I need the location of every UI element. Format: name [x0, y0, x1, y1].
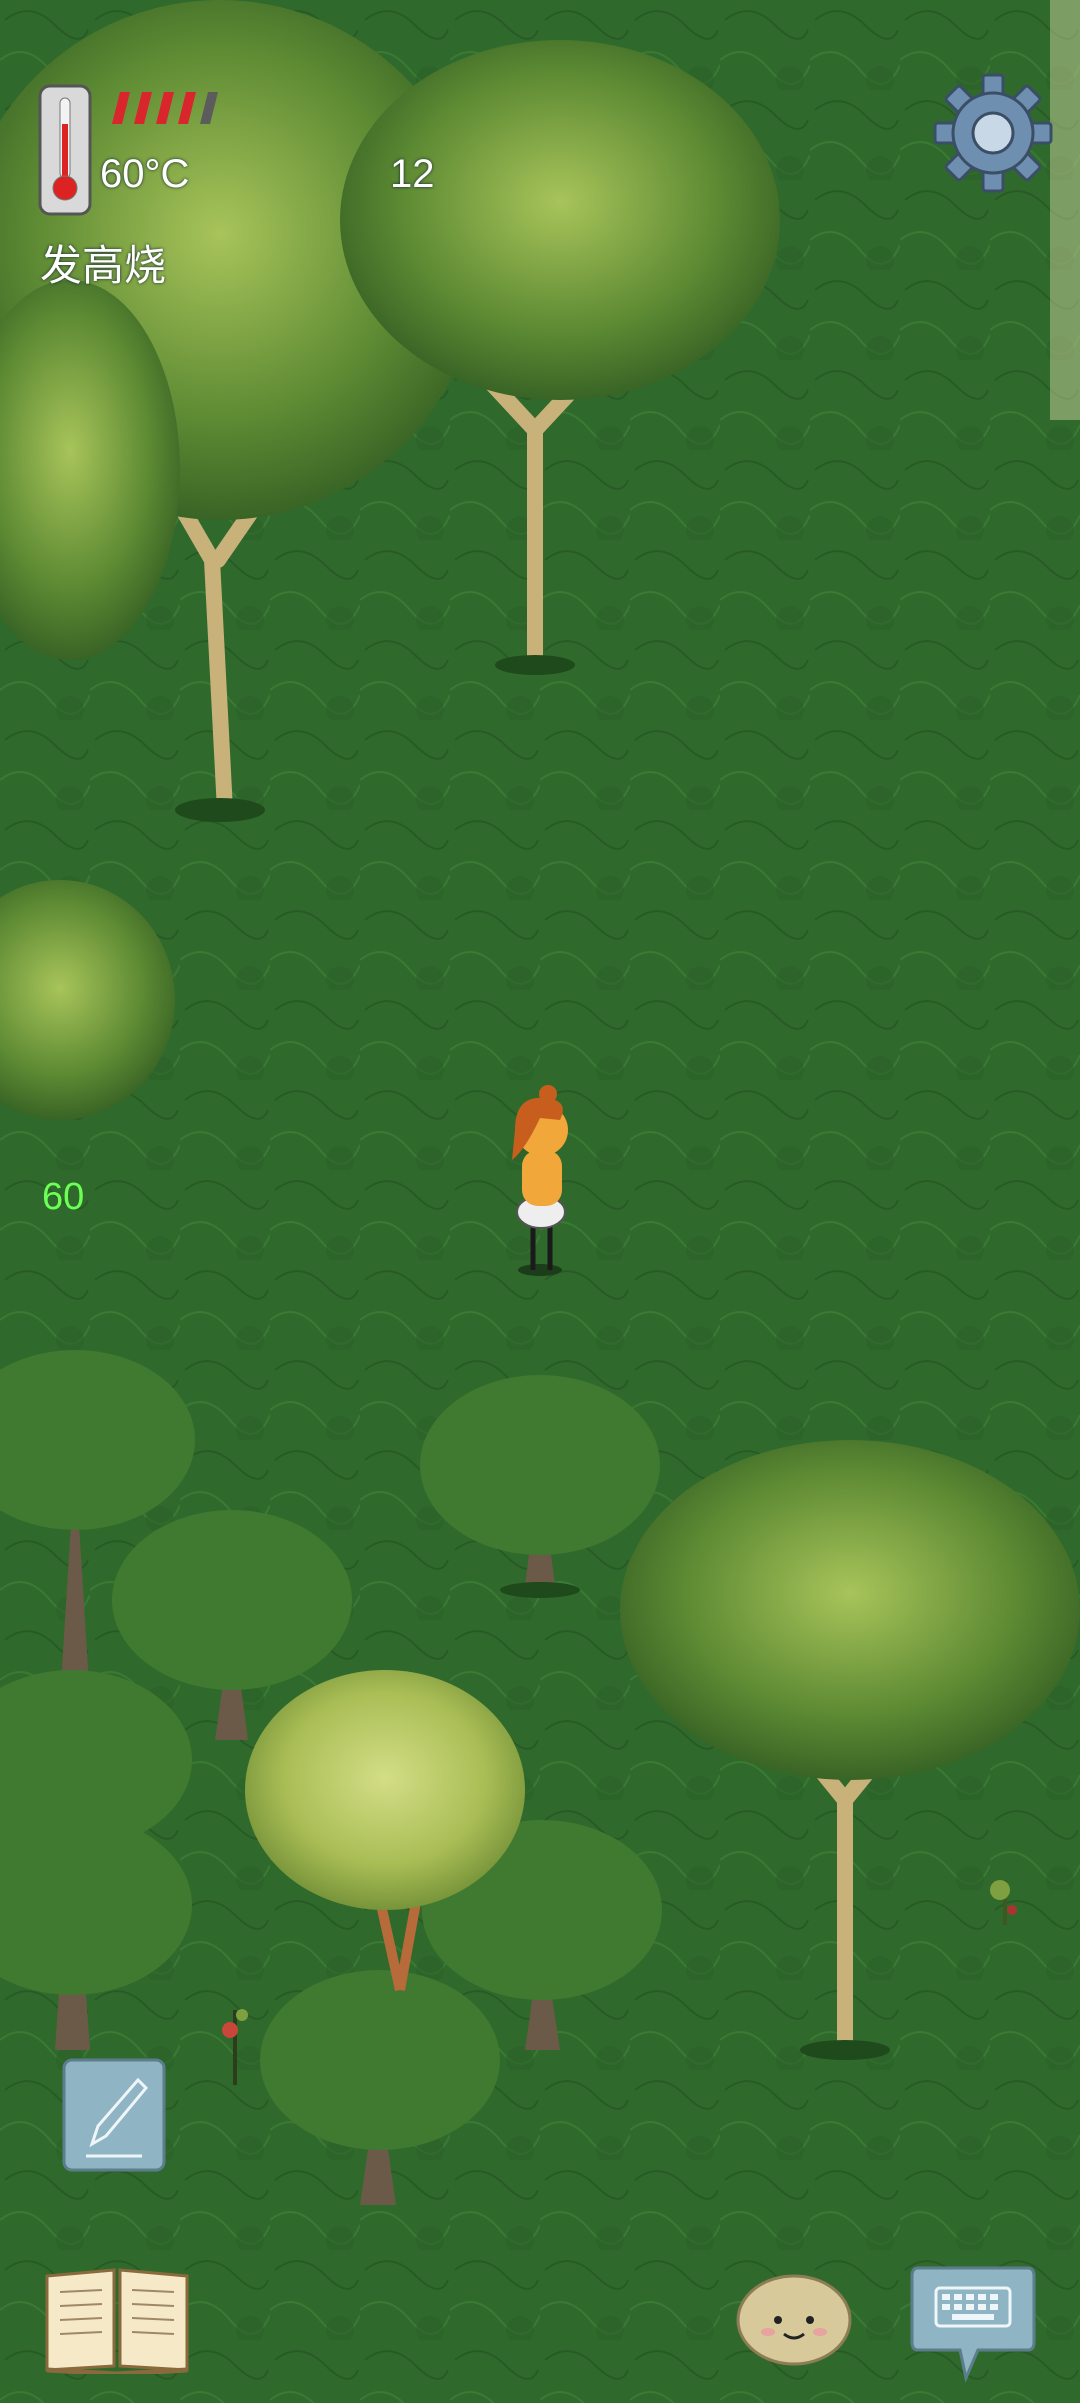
- status-label: 发高烧: [40, 242, 167, 289]
- temperature-readout: 60°C: [100, 152, 190, 196]
- game-world[interactable]: [0, 0, 1080, 2403]
- chat-keyboard-button[interactable]: [908, 2258, 1038, 2386]
- book-icon: [45, 2268, 189, 2377]
- day-counter: 12: [390, 152, 435, 196]
- pencil-icon: [62, 2058, 166, 2172]
- thermometer-icon: [38, 84, 92, 216]
- gear-icon: [933, 73, 1053, 193]
- fps-counter: 60: [42, 1176, 85, 1218]
- emote-button[interactable]: [732, 2268, 856, 2368]
- health-bar: [106, 90, 230, 126]
- keyboard-icon: [910, 2266, 1036, 2383]
- journal-button[interactable]: [42, 2262, 192, 2377]
- notes-button[interactable]: [62, 2058, 166, 2172]
- smiley-face-icon: [736, 2274, 852, 2366]
- settings-button[interactable]: [930, 70, 1056, 196]
